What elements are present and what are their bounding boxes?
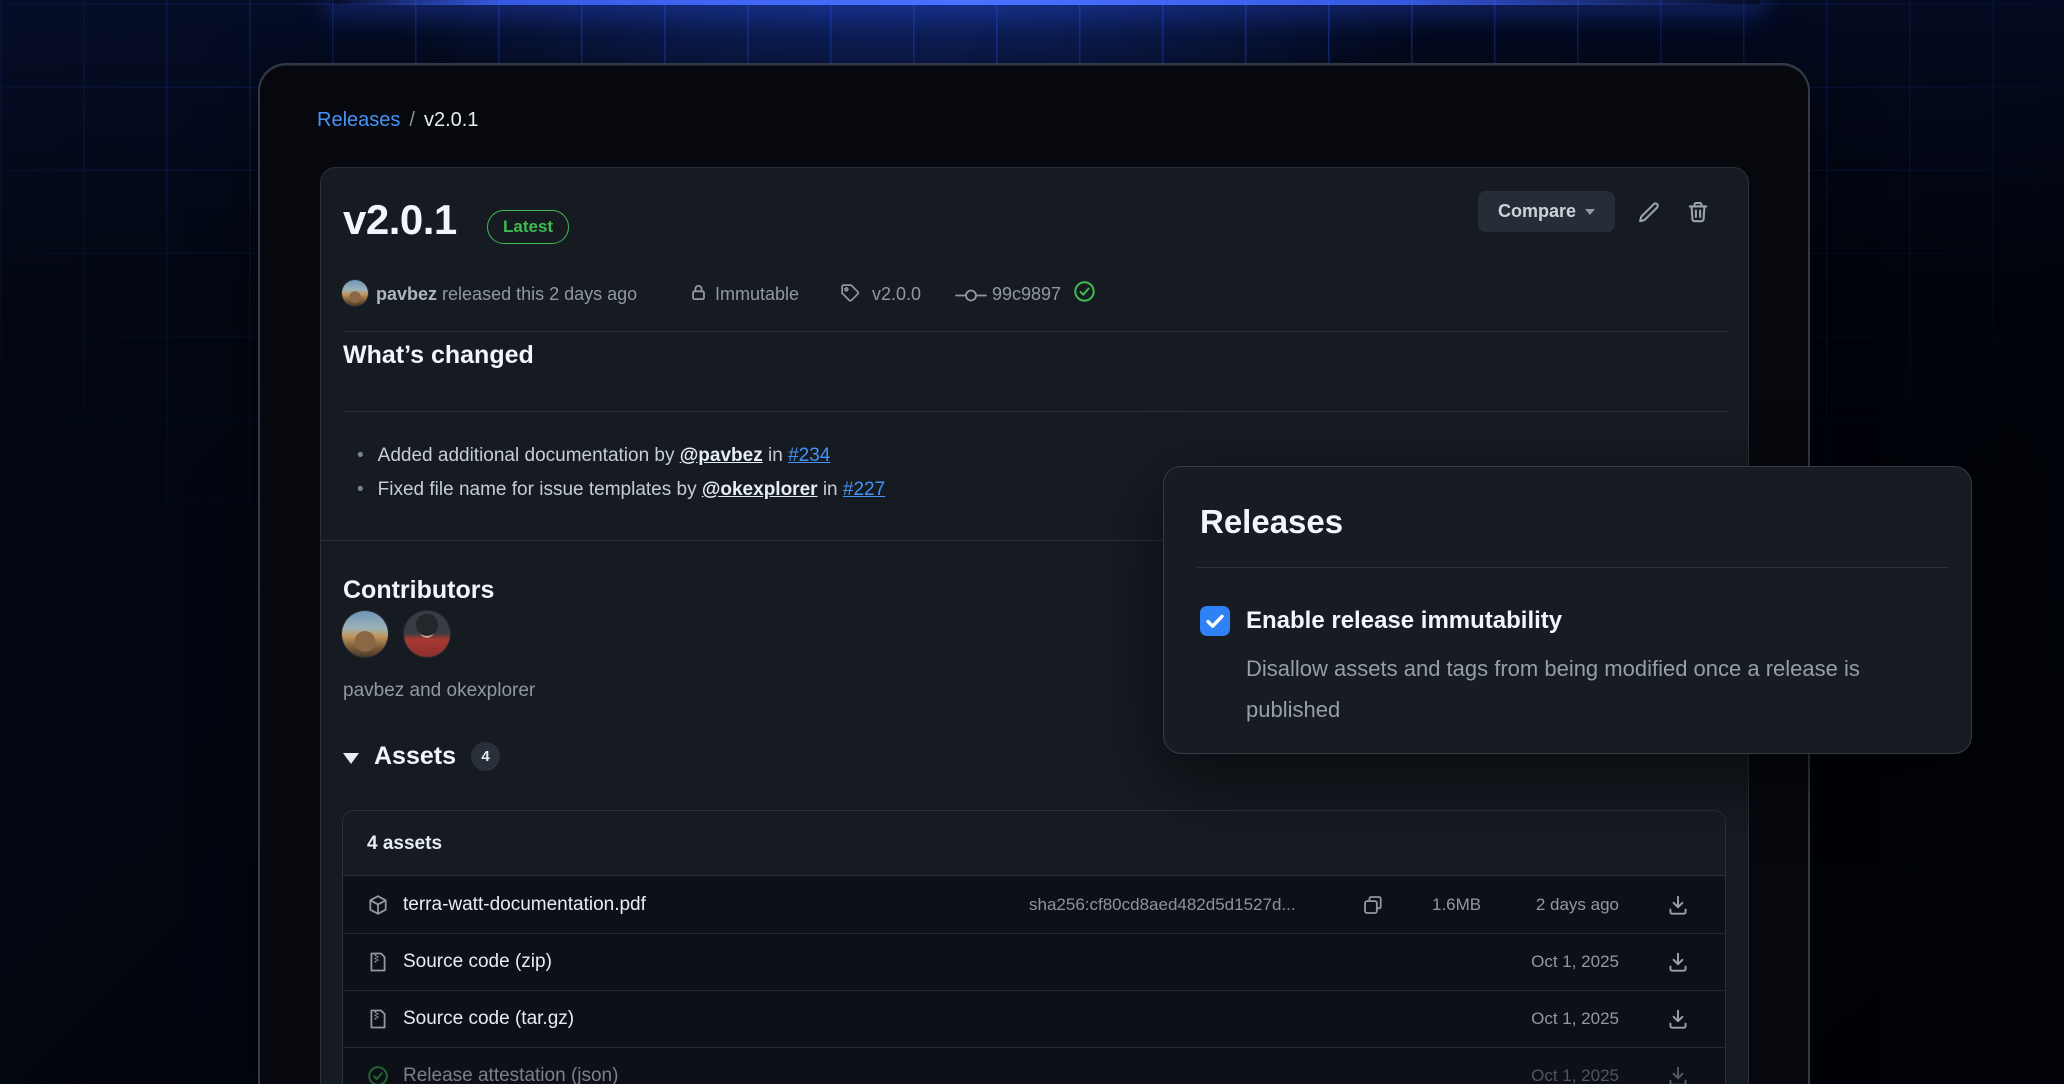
download-icon[interactable] [1667, 1065, 1689, 1084]
divider [343, 331, 1728, 332]
trash-icon [1686, 200, 1710, 224]
edit-release-button[interactable] [1637, 201, 1661, 225]
pr-link[interactable]: #234 [788, 445, 830, 466]
compare-button[interactable]: Compare [1478, 191, 1615, 232]
asset-date: Oct 1, 2025 [1531, 1009, 1619, 1029]
contributors-heading: Contributors [343, 576, 494, 605]
checkmark-icon [1200, 606, 1230, 636]
tag-label: v2.0.0 [872, 284, 921, 305]
release-title: v2.0.1 [343, 197, 457, 243]
asset-file-link[interactable]: terra-watt-documentation.pdf [403, 894, 646, 916]
download-icon[interactable] [1667, 1008, 1689, 1030]
assets-table: 4 assets terra-watt-documentation.pdf sh… [342, 810, 1726, 1084]
contributor-avatar-okexplorer[interactable] [404, 611, 450, 657]
divider [1197, 567, 1948, 568]
asset-digest: sha256:cf80cd8aed482d5d1527d... [1029, 895, 1296, 915]
download-icon[interactable] [1667, 951, 1689, 973]
pencil-icon [1637, 201, 1661, 225]
copy-icon[interactable] [1362, 894, 1384, 916]
releases-settings-popover: Releases Enable release immutability Dis… [1163, 466, 1972, 754]
popover-heading: Releases [1200, 503, 1343, 541]
checkbox-label: Enable release immutability [1246, 607, 1562, 635]
asset-file-link[interactable]: Source code (tar.gz) [403, 1008, 574, 1030]
divider [343, 411, 1728, 412]
git-commit-icon [955, 289, 987, 302]
verified-check-icon [367, 1065, 389, 1084]
download-icon[interactable] [1667, 894, 1689, 916]
asset-row: terra-watt-documentation.pdf sha256:cf80… [343, 876, 1725, 933]
asset-size: 1.6MB [1432, 895, 1481, 915]
package-icon [367, 894, 389, 916]
user-link[interactable]: @okexplorer [702, 479, 818, 500]
breadcrumb: Releases / v2.0.1 [317, 109, 478, 132]
contributors-caption: pavbez and okexplorer [343, 680, 535, 702]
changelog-item: •Added additional documentation by @pavb… [357, 439, 885, 473]
file-zip-icon [367, 951, 389, 973]
breadcrumb-releases-link[interactable]: Releases [317, 109, 400, 131]
latest-badge[interactable]: Latest [487, 210, 569, 244]
checkbox-description: Disallow assets and tags from being modi… [1246, 648, 1946, 730]
author-name[interactable]: pavbez [376, 284, 437, 304]
immutable-label: Immutable [715, 284, 799, 305]
asset-row: Release attestation (json) Oct 1, 2025 [343, 1047, 1725, 1084]
assets-heading: Assets [374, 742, 456, 771]
changelog-list: •Added additional documentation by @pavb… [357, 439, 885, 507]
asset-date: Oct 1, 2025 [1531, 952, 1619, 972]
asset-file-link[interactable]: Source code (zip) [403, 951, 552, 973]
glow-top-line [330, 0, 1760, 5]
assets-disclosure[interactable]: Assets 4 [343, 742, 500, 771]
asset-date: 2 days ago [1536, 895, 1619, 915]
breadcrumb-separator: / [409, 109, 415, 131]
pr-link[interactable]: #227 [843, 479, 885, 500]
whats-changed-heading: What’s changed [343, 341, 534, 370]
asset-file-link[interactable]: Release attestation (json) [403, 1065, 618, 1084]
asset-row: Source code (zip) Oct 1, 2025 [343, 933, 1725, 990]
tag-icon [840, 283, 860, 303]
lock-icon [689, 283, 708, 302]
asset-date: Oct 1, 2025 [1531, 1066, 1619, 1084]
enable-release-immutability-checkbox[interactable] [1200, 606, 1230, 636]
release-author-line: pavbez released this 2 days ago [376, 284, 637, 305]
assets-count-badge: 4 [471, 742, 500, 771]
changelog-item: •Fixed file name for issue templates by … [357, 473, 885, 507]
delete-release-button[interactable] [1686, 200, 1710, 224]
assets-table-header: 4 assets [343, 811, 1725, 876]
contributor-avatar-pavbez[interactable] [342, 611, 388, 657]
asset-row: Source code (tar.gz) Oct 1, 2025 [343, 990, 1725, 1047]
caret-down-icon [343, 753, 359, 764]
user-link[interactable]: @pavbez [680, 445, 763, 466]
chevron-down-icon [1585, 209, 1595, 215]
commit-sha-link[interactable]: 99c9897 [992, 284, 1061, 305]
verified-badge-icon [1073, 280, 1096, 303]
breadcrumb-current: v2.0.1 [424, 109, 478, 131]
author-avatar[interactable] [342, 280, 368, 306]
file-zip-icon [367, 1008, 389, 1030]
compare-label: Compare [1498, 201, 1576, 222]
released-text: released this 2 days ago [442, 284, 637, 304]
